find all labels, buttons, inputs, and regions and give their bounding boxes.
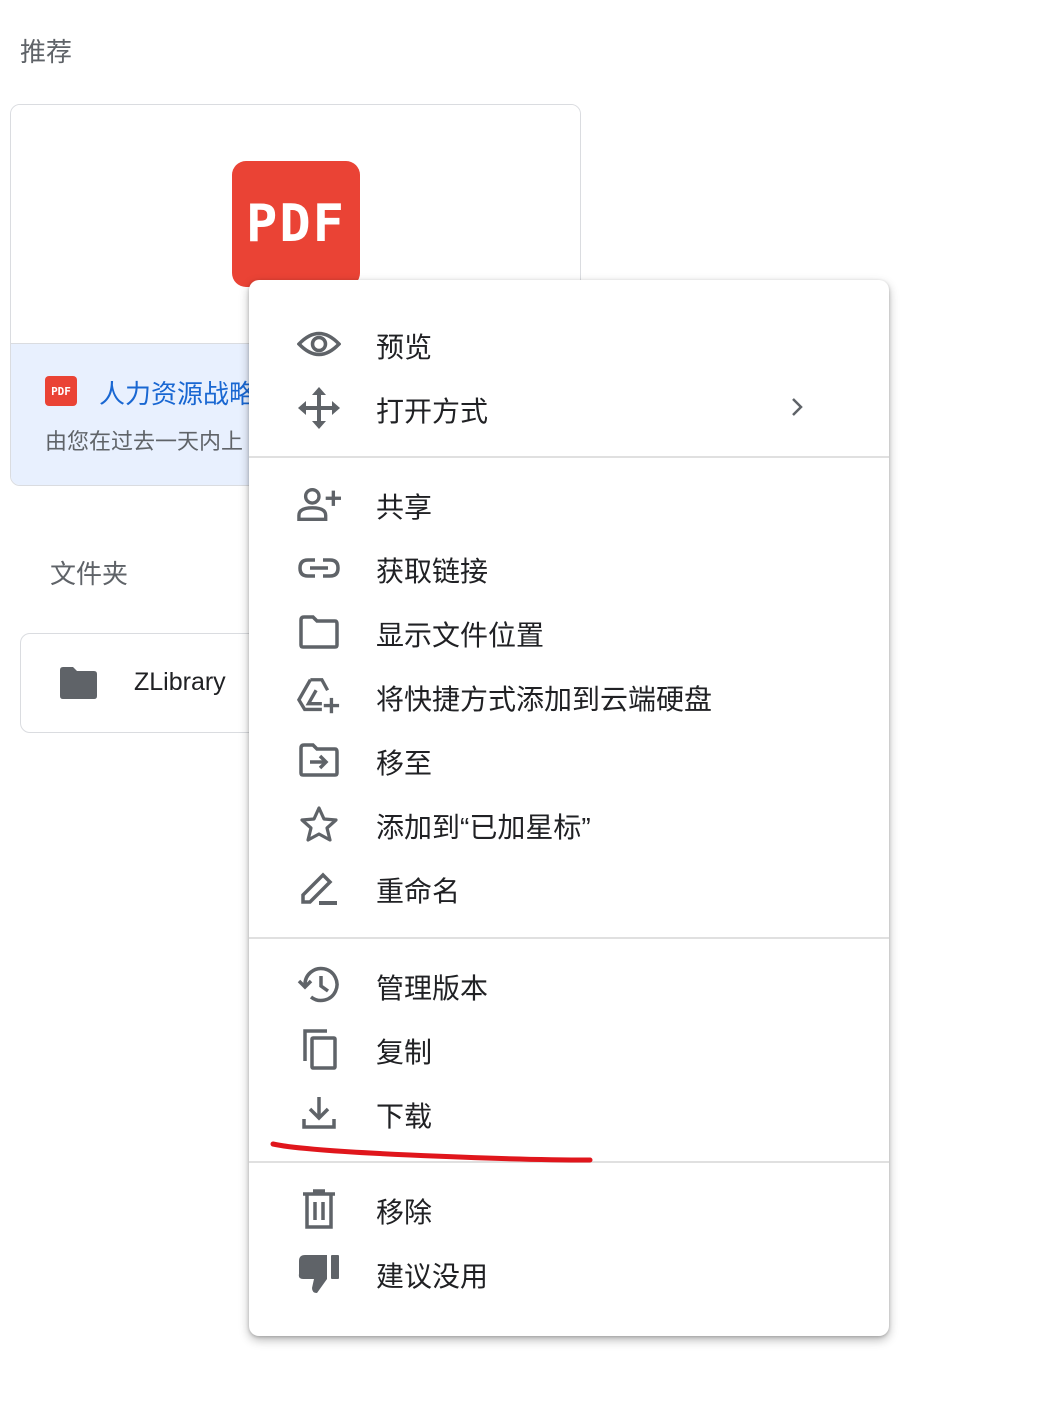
menu-item-copy[interactable]: 复制: [249, 1017, 889, 1081]
context-menu: 预览 打开方式 共享 获取链接 显示文件位置 将快捷方式添加到云端硬盘 移至 添…: [249, 280, 889, 1336]
chevron-right-icon: [789, 396, 805, 423]
menu-item-label: 共享: [376, 492, 433, 523]
move-arrows-icon: [297, 387, 341, 429]
menu-item-manage-versions[interactable]: 管理版本: [249, 953, 889, 1017]
pencil-icon: [297, 868, 341, 908]
pdf-file-icon: PDF: [45, 376, 77, 406]
red-underline-annotation: [270, 1141, 593, 1163]
menu-item-label: 管理版本: [376, 973, 489, 1004]
folder-move-icon: [297, 740, 341, 780]
menu-item-label: 移至: [376, 748, 433, 779]
menu-item-get-link[interactable]: 获取链接: [249, 536, 889, 600]
history-icon: [297, 965, 341, 1005]
star-outline-icon: [297, 804, 341, 844]
drive-add-shortcut-icon: [297, 676, 341, 716]
trash-icon: [297, 1189, 341, 1229]
folders-section-title: 文件夹: [50, 559, 129, 589]
menu-item-label: 打开方式: [376, 396, 489, 427]
folder-icon: [57, 666, 99, 705]
menu-item-label: 显示文件位置: [376, 620, 545, 651]
menu-divider: [249, 456, 889, 458]
menu-item-label: 获取链接: [376, 556, 489, 587]
menu-item-add-starred[interactable]: 添加到“已加星标”: [249, 792, 889, 856]
copy-icon: [297, 1029, 341, 1070]
menu-item-show-location[interactable]: 显示文件位置: [249, 600, 889, 664]
menu-item-preview[interactable]: 预览: [249, 312, 889, 376]
menu-item-add-shortcut[interactable]: 将快捷方式添加到云端硬盘: [249, 664, 889, 728]
folder-card[interactable]: ZLibrary: [20, 633, 282, 733]
menu-item-label: 建议没用: [376, 1261, 489, 1292]
download-icon: [297, 1093, 341, 1133]
folder-name: ZLibrary: [134, 668, 226, 696]
menu-item-label: 重命名: [376, 876, 461, 907]
menu-item-open-with[interactable]: 打开方式: [249, 376, 889, 440]
menu-item-not-helpful[interactable]: 建议没用: [249, 1241, 889, 1305]
person-add-icon: [297, 484, 341, 524]
menu-item-label: 移除: [376, 1197, 433, 1228]
menu-item-label: 预览: [376, 332, 433, 363]
eye-icon: [297, 324, 341, 364]
thumb-down-icon: [297, 1253, 341, 1293]
menu-divider: [249, 937, 889, 939]
file-name[interactable]: 人力资源战略: [99, 374, 255, 411]
file-activity-text: 由您在过去一天内上: [45, 429, 244, 454]
link-icon: [297, 548, 341, 588]
pdf-thumbnail-icon: PDF: [232, 161, 360, 287]
menu-item-label: 下载: [376, 1101, 433, 1132]
menu-item-share[interactable]: 共享: [249, 472, 889, 536]
menu-item-label: 复制: [376, 1037, 433, 1068]
menu-item-move-to[interactable]: 移至: [249, 728, 889, 792]
menu-item-label: 添加到“已加星标”: [376, 812, 591, 843]
recommended-section-title: 推荐: [20, 37, 73, 67]
menu-item-remove[interactable]: 移除: [249, 1177, 889, 1241]
menu-item-rename[interactable]: 重命名: [249, 856, 889, 920]
folder-outline-icon: [297, 612, 341, 652]
menu-item-label: 将快捷方式添加到云端硬盘: [376, 684, 713, 715]
